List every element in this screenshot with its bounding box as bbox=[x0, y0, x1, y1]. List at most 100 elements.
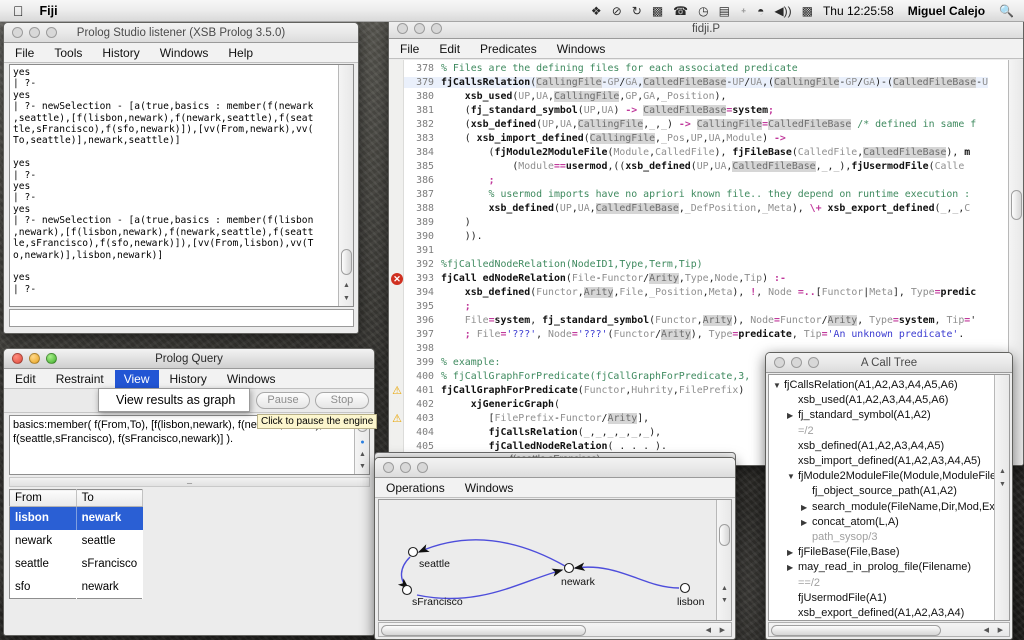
phone-icon[interactable]: ☎ bbox=[673, 5, 688, 17]
cell-to[interactable]: sFrancisco bbox=[76, 553, 143, 576]
bluetooth-icon[interactable]: ᛭ bbox=[740, 5, 747, 17]
query-menu-view[interactable]: View bbox=[114, 369, 159, 388]
zoom-icon[interactable] bbox=[417, 462, 428, 473]
query-menu-windows[interactable]: Windows bbox=[218, 370, 285, 388]
view-menu-dropdown[interactable]: View results as graph bbox=[98, 388, 250, 412]
view-results-as-graph-item[interactable]: View results as graph bbox=[116, 393, 235, 407]
cell-to[interactable]: seattle bbox=[76, 530, 143, 553]
editor-menu-windows[interactable]: Windows bbox=[548, 40, 615, 58]
scroll-up-icon[interactable]: ▲ bbox=[998, 467, 1007, 476]
clock-icon[interactable]: ◷ bbox=[698, 5, 708, 17]
close-icon[interactable] bbox=[12, 27, 23, 38]
scrollbar-thumb[interactable] bbox=[719, 524, 730, 546]
calltree-window-controls[interactable] bbox=[774, 357, 819, 368]
editor-marker-gutter[interactable]: ✕ ⚠ ⚠ bbox=[389, 60, 404, 465]
error-marker-icon[interactable]: ✕ bbox=[391, 273, 403, 285]
calltree-row[interactable]: xsb_defined(A1,A2,A3,A4,A5) bbox=[769, 439, 994, 454]
calltree-row[interactable]: ==/2 bbox=[769, 576, 994, 591]
editor-menubar[interactable]: File Edit Predicates Windows bbox=[389, 39, 1023, 59]
call-tree-window[interactable]: A Call Tree ▼ fjCallsRelation(A1,A2,A3,A4… bbox=[765, 352, 1013, 640]
calltree-row[interactable]: path_sysop/3 bbox=[769, 530, 994, 545]
scroll-right-icon[interactable]: ▶ bbox=[720, 626, 725, 634]
column-header-from[interactable]: From bbox=[9, 489, 77, 507]
twisty-open-icon[interactable]: ▼ bbox=[773, 378, 784, 393]
minimize-icon[interactable] bbox=[29, 353, 40, 364]
listener-input-field[interactable] bbox=[9, 309, 354, 327]
cell-from[interactable]: seattle bbox=[10, 553, 77, 576]
calltree-row[interactable]: ▶ search_module(FileName,Dir,Mod,Ext, bbox=[769, 500, 994, 515]
active-app-name[interactable]: Fiji bbox=[40, 4, 58, 18]
display-icon[interactable]: ▤ bbox=[719, 5, 730, 17]
query-menubar[interactable]: Edit Restraint View History Windows bbox=[4, 369, 374, 389]
twisty-closed-icon[interactable]: ▶ bbox=[801, 500, 812, 515]
minimize-icon[interactable] bbox=[791, 357, 802, 368]
sync-icon[interactable]: ↻ bbox=[632, 5, 642, 17]
scroll-left-icon[interactable]: ◀ bbox=[984, 626, 989, 634]
query-results-table[interactable]: From To lisbon newark newark seattle seattle… bbox=[9, 489, 144, 599]
graph-vertical-scrollbar[interactable]: ▲ ▼ bbox=[716, 500, 731, 620]
listener-menu-windows[interactable]: Windows bbox=[151, 44, 218, 62]
scrollbar-thumb[interactable] bbox=[341, 249, 352, 275]
warning-marker-icon[interactable]: ⚠ bbox=[391, 385, 403, 397]
scroll-marker-icon[interactable]: ● bbox=[358, 438, 367, 447]
calltree-item-list[interactable]: ▼ fjCallsRelation(A1,A2,A3,A4,A5,A6) xsb_u… bbox=[769, 375, 994, 620]
zoom-icon[interactable] bbox=[46, 27, 57, 38]
calltree-row[interactable]: fjUsermodFile(A1) bbox=[769, 591, 994, 606]
calltree-vertical-scrollbar[interactable]: ▲ ▼ bbox=[994, 375, 1009, 620]
editor-menu-file[interactable]: File bbox=[391, 40, 428, 58]
editor-menu-predicates[interactable]: Predicates bbox=[471, 40, 546, 58]
search-icon[interactable]: 🔍 bbox=[999, 4, 1014, 18]
table-row[interactable]: seattle sFrancisco bbox=[10, 553, 143, 576]
twisty-closed-icon[interactable]: ▶ bbox=[801, 515, 812, 530]
graph-window[interactable]: Operations Windows seattle sFrancisco ne… bbox=[374, 457, 736, 640]
close-icon[interactable] bbox=[397, 23, 408, 34]
scroll-left-icon[interactable]: ◀ bbox=[706, 626, 711, 634]
cell-from[interactable]: lisbon bbox=[9, 506, 77, 530]
graph-window-controls[interactable] bbox=[383, 462, 428, 473]
twisty-closed-icon[interactable]: ▶ bbox=[787, 408, 798, 423]
close-icon[interactable] bbox=[12, 353, 23, 364]
query-titlebar[interactable]: Prolog Query bbox=[4, 349, 374, 369]
menubar-user[interactable]: Miguel Calejo bbox=[908, 4, 985, 18]
query-menu-restraint[interactable]: Restraint bbox=[47, 370, 113, 388]
dropbox-icon[interactable]: ❖ bbox=[591, 5, 602, 17]
query-menu-edit[interactable]: Edit bbox=[6, 370, 45, 388]
listener-vertical-scrollbar[interactable]: ▲ ▼ bbox=[338, 65, 353, 306]
table-row[interactable]: sfo newark bbox=[10, 576, 143, 599]
table-row[interactable]: lisbon newark bbox=[9, 506, 143, 530]
calltree-row[interactable]: ▶ may_read_in_prolog_file(Filename) bbox=[769, 560, 994, 575]
minimize-icon[interactable] bbox=[400, 462, 411, 473]
listener-menu-tools[interactable]: Tools bbox=[45, 44, 91, 62]
scroll-down-icon[interactable]: ▼ bbox=[720, 596, 729, 605]
cell-to[interactable]: newark bbox=[76, 576, 143, 599]
scroll-down-icon[interactable]: ▼ bbox=[342, 294, 351, 303]
scroll-up-icon[interactable]: ▲ bbox=[358, 450, 367, 459]
scrollbar-thumb[interactable] bbox=[771, 625, 941, 636]
menubar-clock[interactable]: Thu 12:25:58 bbox=[823, 4, 894, 18]
listener-menu-help[interactable]: Help bbox=[219, 44, 262, 62]
zoom-icon[interactable] bbox=[431, 23, 442, 34]
listener-window-controls[interactable] bbox=[12, 27, 57, 38]
editor-menu-edit[interactable]: Edit bbox=[430, 40, 469, 58]
calltree-row[interactable]: ▶ concat_atom(L,A) bbox=[769, 515, 994, 530]
volume-icon[interactable]: ◀)) bbox=[774, 5, 791, 17]
cell-from[interactable]: sfo bbox=[10, 576, 77, 599]
minimize-icon[interactable] bbox=[414, 23, 425, 34]
graph-node-label-sfrancisco[interactable]: sFrancisco bbox=[412, 596, 463, 608]
cell-to[interactable]: newark bbox=[76, 506, 143, 530]
scroll-up-icon[interactable]: ▲ bbox=[342, 281, 351, 290]
calltree-tree-area[interactable]: ▼ fjCallsRelation(A1,A2,A3,A4,A5,A6) xsb_u… bbox=[768, 374, 1010, 621]
listener-menu-file[interactable]: File bbox=[6, 44, 43, 62]
zoom-icon[interactable] bbox=[808, 357, 819, 368]
wifi-icon[interactable]: ◓ bbox=[757, 5, 764, 17]
close-icon[interactable] bbox=[383, 462, 394, 473]
editor-titlebar[interactable]: fidji.P bbox=[389, 19, 1023, 39]
stop-button[interactable]: Stop bbox=[315, 392, 369, 409]
query-menu-history[interactable]: History bbox=[161, 370, 216, 388]
calltree-horizontal-scrollbar[interactable]: ◀ ▶ bbox=[768, 622, 1010, 637]
scroll-up-icon[interactable]: ▲ bbox=[720, 584, 729, 593]
listener-menu-history[interactable]: History bbox=[93, 44, 148, 62]
graph-node-label-lisbon[interactable]: lisbon bbox=[677, 596, 704, 608]
editor-window-controls[interactable] bbox=[397, 23, 442, 34]
calltree-row[interactable]: fj_object_source_path(A1,A2) bbox=[769, 484, 994, 499]
